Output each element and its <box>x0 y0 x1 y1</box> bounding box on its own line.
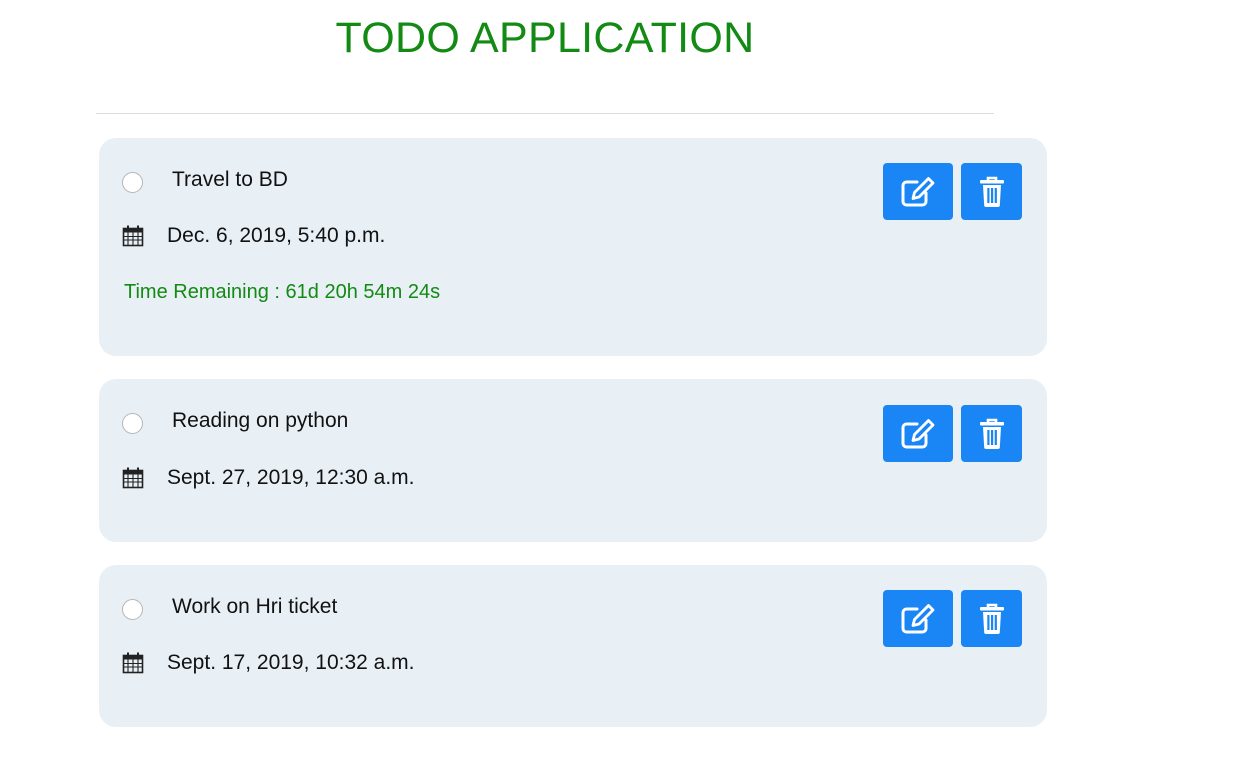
todo-item-travel-to-bd: Travel to BD Dec. 6, 2019, 5:40 p.m. Tim… <box>99 138 1047 356</box>
todo-item-work-on-hri-ticket: Work on Hri ticket Sept. 17, 2019, 10:32… <box>99 565 1047 727</box>
todo-date: Sept. 17, 2019, 10:32 a.m. <box>167 651 415 674</box>
calendar-icon <box>122 467 144 489</box>
todo-date: Sept. 27, 2019, 12:30 a.m. <box>167 466 415 489</box>
todo-date: Dec. 6, 2019, 5:40 p.m. <box>167 224 386 247</box>
todo-complete-checkbox[interactable] <box>122 172 143 193</box>
todo-item-reading-on-python: Reading on python Sept. 27, 2019, 12:30 … <box>99 379 1047 542</box>
trash-icon <box>979 418 1004 449</box>
todo-title: Reading on python <box>172 409 349 432</box>
trash-icon <box>979 603 1004 634</box>
calendar-icon <box>122 225 144 247</box>
page-title: TODO APPLICATION <box>335 14 755 62</box>
delete-button[interactable] <box>961 163 1022 220</box>
todo-complete-checkbox[interactable] <box>122 599 143 620</box>
todo-title: Work on Hri ticket <box>172 595 338 618</box>
time-remaining: Time Remaining : 61d 20h 54m 24s <box>124 281 441 303</box>
todo-complete-checkbox[interactable] <box>122 413 143 434</box>
todo-app: TODO APPLICATION Travel to BD Dec. 6, 20… <box>0 0 1247 763</box>
edit-button[interactable] <box>883 590 953 647</box>
calendar-icon <box>122 652 144 674</box>
edit-icon <box>901 176 935 206</box>
edit-button[interactable] <box>883 163 953 220</box>
delete-button[interactable] <box>961 405 1022 462</box>
todo-title: Travel to BD <box>172 168 288 191</box>
edit-icon <box>901 603 935 633</box>
edit-icon <box>901 418 935 448</box>
delete-button[interactable] <box>961 590 1022 647</box>
trash-icon <box>979 176 1004 207</box>
edit-button[interactable] <box>883 405 953 462</box>
title-divider <box>96 113 994 114</box>
